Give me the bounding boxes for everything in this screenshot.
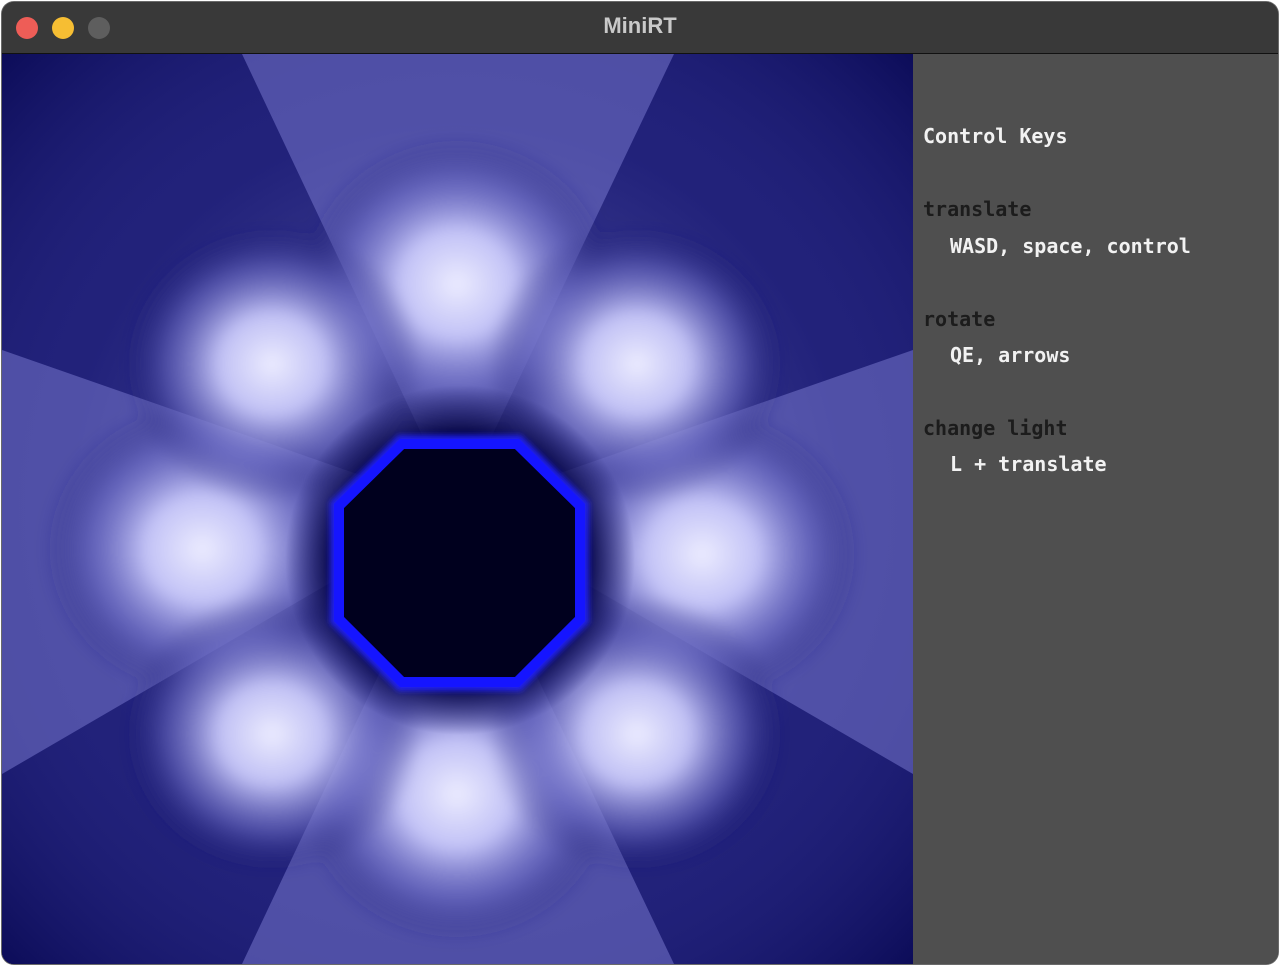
app-window: MiniRT Control Keys translate WASD, spac… (2, 2, 1278, 964)
change-light-label: change light (923, 416, 1068, 440)
rotate-keys: QE, arrows (950, 343, 1071, 367)
window-content: Control Keys translate WASD, space, cont… (2, 54, 1278, 964)
render-viewport[interactable] (2, 54, 913, 964)
change-light-keys: L + translate (950, 452, 1107, 476)
control-keys-panel: Control Keys translate WASD, space, cont… (913, 54, 1278, 964)
translate-label: translate (923, 197, 1032, 221)
window-title: MiniRT (603, 13, 677, 38)
panel-heading: Control Keys (923, 124, 1068, 148)
rotate-label: rotate (923, 307, 996, 331)
translate-keys: WASD, space, control (950, 234, 1191, 258)
raytraced-scene (2, 54, 913, 964)
title-bar[interactable]: MiniRT (2, 2, 1278, 54)
